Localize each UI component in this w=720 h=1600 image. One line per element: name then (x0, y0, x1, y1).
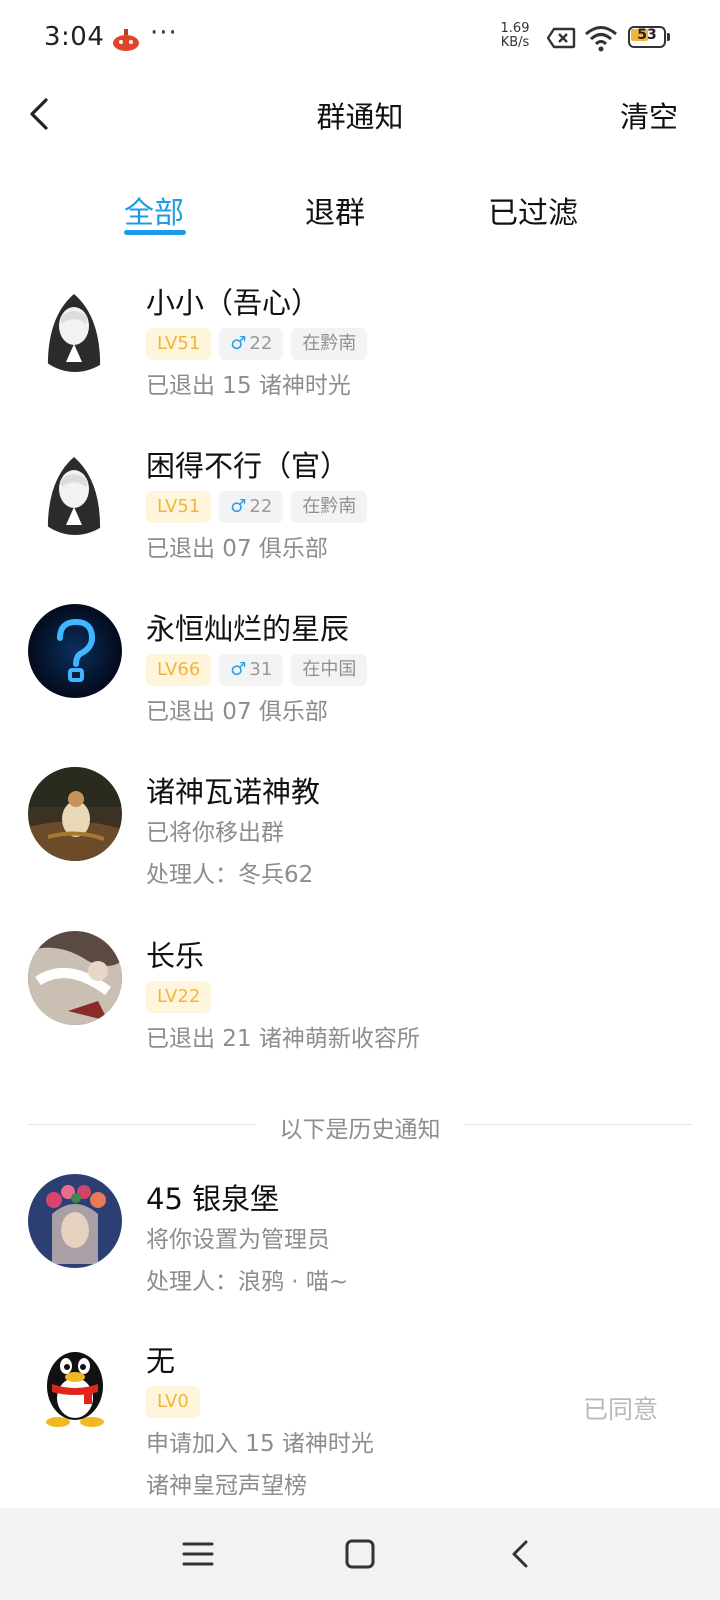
member-tags: LV66 ♂ 31 在中国 (146, 654, 368, 686)
home-icon[interactable] (340, 1534, 380, 1574)
battery-level: 53 (637, 27, 657, 43)
member-name: 小小（吾心） (146, 286, 321, 320)
history-divider: 以下是历史通知 (28, 1110, 692, 1143)
level-badge: LV0 (146, 1386, 200, 1418)
male-icon: ♂ (230, 659, 247, 680)
notification-detail: 已退出 21 诸神萌新收容所 (146, 1026, 420, 1052)
tab-bar: 全部 退群 已过滤 (0, 180, 720, 240)
age: 22 (249, 333, 273, 354)
member-tags: LV51 ♂ 22 在黔南 (146, 491, 368, 523)
notification-detail: 申请加入 15 诸神时光 (146, 1431, 374, 1457)
member-name: 无 (146, 1344, 176, 1378)
tab-all[interactable]: 全部 (124, 188, 184, 232)
gender-age-badge: ♂ 22 (219, 491, 284, 523)
header: 群通知 清空 (0, 78, 720, 150)
male-icon: ♂ (230, 333, 247, 354)
page-title: 群通知 (316, 100, 404, 134)
group-name: 诸神瓦诺神教 (146, 775, 321, 809)
avatar (28, 1336, 122, 1430)
menu-icon[interactable] (178, 1534, 218, 1574)
notification-item[interactable]: 永恒灿烂的星辰 LV66 ♂ 31 在中国 已退出 07 俱乐部 (0, 604, 720, 736)
gender-age-badge: ♂ 31 (219, 654, 284, 686)
avatar (28, 767, 122, 861)
history-divider-label: 以下是历史通知 (279, 1117, 441, 1143)
battery-icon: 53 (628, 26, 670, 48)
notification-item[interactable]: 诸神瓦诺神教 已将你移出群 处理人：冬兵62 (0, 767, 720, 899)
avatar (28, 1174, 122, 1268)
level-badge: LV51 (146, 491, 212, 523)
notification-item[interactable]: 小小（吾心） LV51 ♂ 22 在黔南 已退出 15 诸神时光 (0, 278, 720, 410)
tab-left-group[interactable]: 退群 (305, 188, 365, 232)
avatar (28, 441, 122, 535)
back-icon[interactable] (502, 1534, 542, 1574)
history-item[interactable]: 45 银泉堡 将你设置为管理员 处理人：浪鸦 · 喵~ (0, 1174, 720, 1306)
level-badge: LV66 (146, 654, 212, 686)
location-badge: 在中国 (291, 654, 368, 686)
history-item[interactable]: 无 LV0 申请加入 15 诸神时光 诸神皇冠声望榜 已同意 (0, 1336, 720, 1508)
male-icon: ♂ (230, 496, 247, 517)
member-name: 困得不行（官） (146, 449, 350, 483)
wifi-icon (585, 26, 617, 52)
level-badge: LV51 (146, 328, 212, 360)
notification-extra: 诸神皇冠声望榜 (146, 1473, 307, 1499)
member-name: 长乐 (146, 939, 205, 973)
notification-detail: 已退出 15 诸神时光 (146, 373, 351, 399)
gender-age-badge: ♂ 22 (219, 328, 284, 360)
avatar (28, 604, 122, 698)
clear-button[interactable]: 清空 (620, 94, 678, 136)
member-tags: LV0 (146, 1386, 200, 1418)
handler-info: 处理人：浪鸦 · 喵~ (146, 1269, 349, 1295)
avatar (28, 931, 122, 1025)
notification-item[interactable]: 困得不行（官） LV51 ♂ 22 在黔南 已退出 07 俱乐部 (0, 441, 720, 573)
active-tab-indicator (124, 230, 186, 235)
notification-item[interactable]: 长乐 LV22 已退出 21 诸神萌新收容所 (0, 931, 720, 1063)
no-sim-icon (546, 27, 576, 49)
level-badge: LV22 (146, 981, 212, 1013)
member-tags: LV22 (146, 981, 212, 1013)
group-name: 45 银泉堡 (146, 1182, 280, 1216)
notification-detail: 已退出 07 俱乐部 (146, 536, 328, 562)
net-speed-unit: KB/s (500, 35, 530, 50)
location-badge: 在黔南 (291, 491, 368, 523)
notification-detail: 将你设置为管理员 (146, 1227, 330, 1253)
member-tags: LV51 ♂ 22 在黔南 (146, 328, 368, 360)
notification-detail: 已将你移出群 (146, 820, 284, 846)
tab-filtered[interactable]: 已过滤 (488, 188, 578, 232)
status-bar: 3:04 ··· 1.69 KB/s 53 (0, 0, 720, 78)
age: 22 (249, 496, 273, 517)
avatar (28, 278, 122, 372)
system-nav-bar (0, 1508, 720, 1600)
network-speed: 1.69 KB/s (496, 22, 534, 50)
pumpkin-app-icon (113, 29, 139, 51)
more-notifications-icon: ··· (150, 18, 178, 48)
handler-info: 处理人：冬兵62 (146, 862, 314, 888)
approved-status: 已同意 (582, 1395, 658, 1424)
location-badge: 在黔南 (291, 328, 368, 360)
status-time: 3:04 (44, 22, 105, 52)
age: 31 (249, 659, 273, 680)
net-speed-value: 1.69 (500, 21, 530, 36)
member-name: 永恒灿烂的星辰 (146, 612, 350, 646)
notification-detail: 已退出 07 俱乐部 (146, 699, 328, 725)
